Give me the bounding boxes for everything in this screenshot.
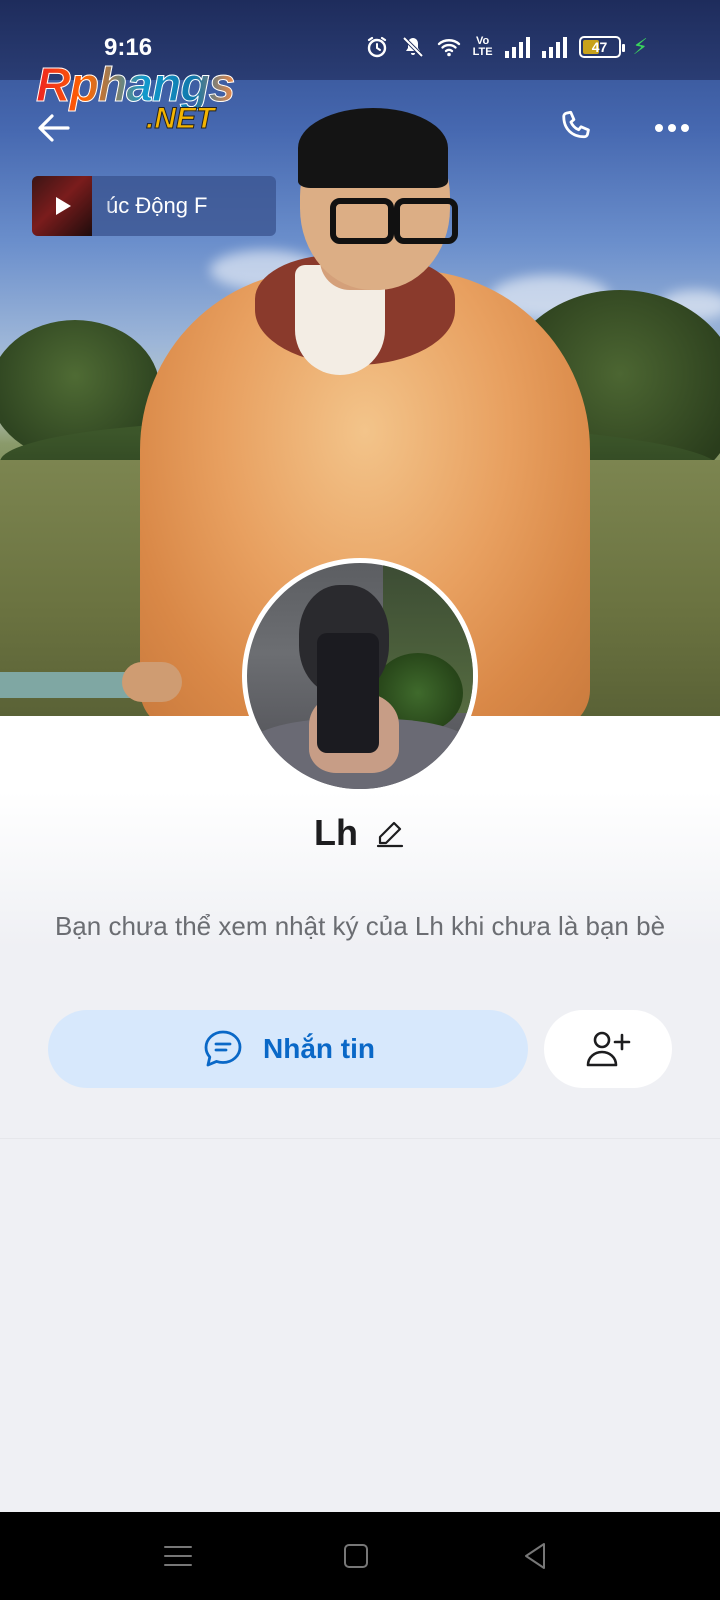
- music-thumbnail: [32, 176, 92, 236]
- status-icons: Vo LTE 47 ⚡: [365, 34, 648, 60]
- menu-icon[interactable]: [160, 1538, 196, 1574]
- person-hand: [122, 662, 182, 702]
- edit-icon[interactable]: [374, 817, 406, 849]
- system-navigation-bar: [0, 1512, 720, 1600]
- phone-icon: [562, 110, 590, 139]
- divider: [0, 1138, 720, 1139]
- home-icon[interactable]: [338, 1538, 374, 1574]
- watermark-line2: .NET: [145, 102, 215, 136]
- profile-name: Lh: [314, 812, 358, 853]
- silent-icon: [402, 36, 423, 58]
- add-friend-icon: [586, 1031, 631, 1067]
- alarm-icon: [367, 36, 386, 58]
- person-glasses: [330, 198, 458, 244]
- more-button[interactable]: [644, 100, 700, 156]
- chat-bubble-icon: [204, 1030, 242, 1067]
- signal-icon: [504, 36, 530, 58]
- back-icon[interactable]: [518, 1538, 554, 1574]
- volte-bottom-label: LTE: [472, 46, 493, 58]
- call-button[interactable]: [548, 100, 604, 156]
- music-title: úc Động F: [106, 193, 208, 218]
- avatar-phone: [317, 633, 379, 753]
- wifi-icon: [437, 39, 460, 57]
- battery-icon: 47: [578, 36, 625, 58]
- profile-music-chip[interactable]: úc Động F: [32, 176, 276, 236]
- more-icon: [655, 124, 689, 132]
- avatar[interactable]: [242, 558, 478, 794]
- battery-level: 47: [591, 39, 608, 55]
- volte-icon: Vo LTE: [473, 36, 493, 58]
- profile-name-row: Lh: [0, 812, 720, 854]
- message-button[interactable]: Nhắn tin: [48, 1010, 528, 1088]
- back-button[interactable]: [26, 100, 82, 156]
- profile-notice: Bạn chưa thể xem nhật ký của Lh khi chưa…: [54, 911, 666, 941]
- message-button-label: Nhắn tin: [263, 1033, 375, 1064]
- charging-icon: ⚡: [632, 34, 648, 59]
- back-arrow-icon: [38, 114, 70, 142]
- signal-icon: [541, 36, 567, 58]
- person-hair: [298, 108, 448, 188]
- add-friend-button[interactable]: [544, 1010, 672, 1088]
- play-icon: [56, 197, 71, 215]
